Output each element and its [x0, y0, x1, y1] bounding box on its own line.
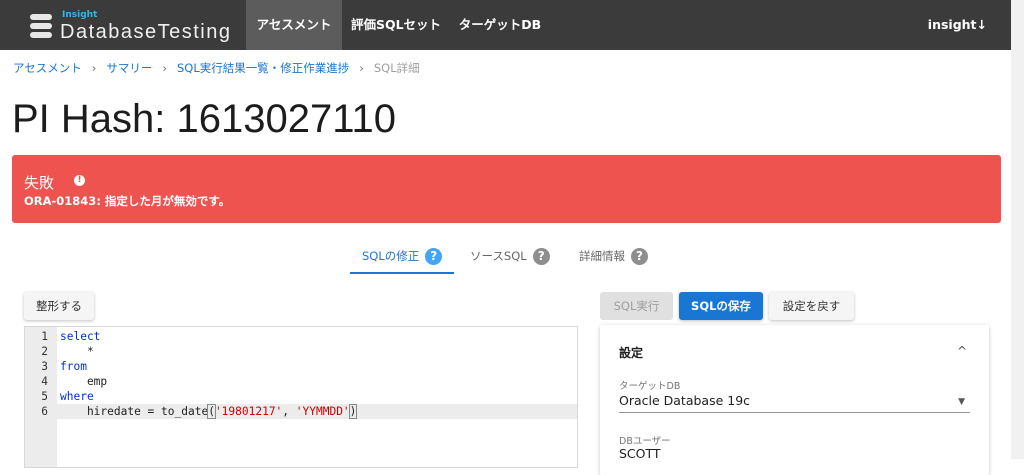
error-alert: 失敗 ! ORA-01843: 指定した月が無効です。 [12, 155, 1001, 223]
top-navbar: Insight DatabaseTesting アセスメント 評価SQLセット … [0, 0, 1011, 50]
db-user-label: DBユーザー [619, 436, 671, 447]
code-line[interactable]: 5 where [25, 389, 577, 404]
line-number: 3 [41, 360, 48, 373]
alert-message: ORA-01843: 指定した月が無効です。 [24, 194, 231, 208]
tab-sql-edit[interactable]: SQLの修正 ? [350, 240, 455, 274]
nav-target-db[interactable]: ターゲットDB [452, 0, 548, 50]
line-number: 6 [41, 405, 48, 418]
code-line[interactable]: 1 select [25, 329, 577, 344]
breadcrumb-separator: › [162, 61, 167, 75]
matched-bracket: ) [348, 404, 358, 419]
sql-string: '19801217' [214, 405, 283, 418]
run-sql-button[interactable]: SQL実行 [600, 292, 673, 320]
breadcrumb: アセスメント › サマリー › SQL実行結果一覧・修正作業進捗 › SQL詳細 [13, 60, 420, 76]
breadcrumb-results[interactable]: SQL実行結果一覧・修正作業進捗 [177, 60, 349, 76]
line-number: 2 [41, 345, 48, 358]
code-token: hiredate = to_date [60, 405, 209, 418]
target-db-select[interactable]: Oracle Database 19c [619, 393, 750, 408]
help-icon[interactable]: ? [631, 247, 648, 265]
code-text: from [60, 359, 87, 374]
code-text: emp [60, 374, 107, 389]
code-text: hiredate = to_date('19801217', 'YYMMDD') [60, 404, 358, 419]
matched-bracket: ( [207, 404, 216, 419]
chevron-up-icon[interactable]: ^ [957, 344, 967, 358]
target-db-label: ターゲットDB [619, 381, 681, 392]
reset-settings-button[interactable]: 設定を戻す [769, 292, 854, 320]
code-text: where [60, 389, 94, 404]
tab-details[interactable]: 詳細情報 ? [579, 240, 648, 272]
line-number: 4 [41, 375, 48, 388]
user-menu[interactable]: insight↓ [928, 0, 987, 50]
breadcrumb-separator: › [359, 61, 364, 75]
settings-title: 設定 [619, 346, 644, 360]
code-text: * [60, 344, 94, 359]
info-icon[interactable]: ! [74, 175, 85, 186]
code-line[interactable]: 3 from [25, 359, 577, 374]
settings-panel: 設定 ^ ターゲットDB Oracle Database 19c ▼ DBユーザ… [600, 325, 989, 475]
code-token: emp [60, 375, 108, 388]
tab-label: 詳細情報 [579, 249, 625, 263]
database-icon [30, 14, 52, 40]
page-title: PI Hash: 1613027110 [12, 97, 397, 141]
code-token: * [60, 345, 94, 358]
help-icon[interactable]: ? [532, 247, 550, 265]
sql-keyword: select [60, 330, 101, 343]
code-token: , [282, 405, 296, 418]
nav-assessment[interactable]: アセスメント [246, 0, 342, 50]
alert-title: 失敗 [24, 174, 55, 192]
sql-string: 'YYMMDD' [295, 405, 350, 418]
logo-title: DatabaseTesting [60, 21, 232, 43]
tab-label: ソースSQL [470, 249, 527, 263]
breadcrumb-current: SQL詳細 [373, 61, 420, 75]
code-text: select [60, 329, 100, 344]
scrollbar[interactable] [1011, 0, 1024, 459]
code-line[interactable]: 4 emp [25, 374, 577, 389]
line-number: 5 [41, 390, 48, 403]
nav-eval-sql-set[interactable]: 評価SQLセット [346, 0, 446, 50]
breadcrumb-separator: › [91, 61, 97, 75]
breadcrumb-assessment[interactable]: アセスメント [13, 60, 82, 76]
tab-source-sql[interactable]: ソースSQL ? [470, 240, 550, 272]
breadcrumb-summary[interactable]: サマリー [106, 60, 152, 76]
tab-label: SQLの修正 [362, 249, 420, 263]
save-sql-button[interactable]: SQLの保存 [679, 292, 763, 320]
format-button[interactable]: 整形する [24, 292, 94, 320]
code-line[interactable]: 2 * [25, 344, 577, 359]
sql-keyword: where [60, 390, 94, 403]
dropdown-arrow-icon[interactable]: ▼ [958, 397, 965, 407]
sql-editor[interactable]: 1 select 2 * 3 from 4 emp 5 where 6 hiredate = t… [24, 326, 578, 468]
code-line[interactable]: 6 hiredate = to_date('19801217', 'YYMMDD… [25, 404, 577, 419]
sql-keyword: from [60, 360, 87, 373]
app-logo[interactable]: Insight DatabaseTesting [30, 8, 240, 44]
help-icon[interactable]: ? [425, 247, 443, 265]
select-underline [619, 412, 970, 413]
line-number: 1 [41, 330, 48, 343]
logo-subtitle: Insight [62, 10, 98, 20]
